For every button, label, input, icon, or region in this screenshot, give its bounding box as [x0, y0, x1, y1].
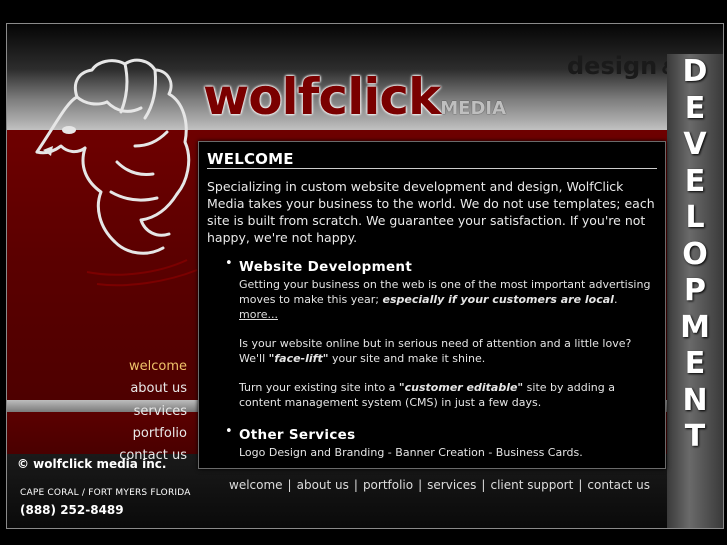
nav-welcome[interactable]: welcome — [87, 356, 187, 378]
footer-link-services[interactable]: services — [427, 478, 476, 492]
dev-letter: D — [682, 54, 708, 89]
service-paragraph: Getting your business on the web is one … — [239, 277, 655, 322]
dev-letter: E — [684, 90, 706, 126]
service-paragraph: Is your website online but in serious ne… — [239, 336, 655, 366]
intro-text: Specializing in custom website developme… — [207, 179, 655, 245]
site-logo[interactable]: wolfclickMEDIA — [203, 72, 506, 122]
separator: | — [418, 478, 423, 492]
dev-letter: E — [684, 163, 706, 199]
logo-sub: MEDIA — [440, 98, 507, 119]
nav-portfolio[interactable]: portfolio — [87, 423, 187, 445]
bullet-icon: • — [225, 256, 233, 271]
list-item: • Other Services Logo Design and Brandin… — [225, 424, 655, 460]
footer-link-contact-us[interactable]: contact us — [587, 478, 650, 492]
services-list: • Website Development Getting your busin… — [199, 256, 665, 460]
service-title: Other Services — [239, 427, 356, 443]
location: CAPE CORAL / FORT MYERS FLORIDA — [20, 488, 191, 498]
emphasis-text: "face-lift" — [268, 352, 329, 365]
emphasis-text: especially if your customers are local — [382, 293, 614, 306]
dev-letter: O — [682, 236, 708, 272]
paragraph-text: Turn your existing site into a — [239, 381, 396, 394]
separator: | — [481, 478, 486, 492]
more-link[interactable]: more... — [239, 308, 278, 321]
bullet-icon: • — [225, 424, 233, 439]
footer-link-welcome[interactable]: welcome — [229, 478, 283, 492]
page-frame: wolfclickMEDIA design& D E V E L O P M E… — [6, 23, 724, 529]
paragraph-text: . — [613, 293, 618, 306]
service-paragraph: Turn your existing site into a "customer… — [239, 380, 655, 410]
footer-link-portfolio[interactable]: portfolio — [363, 478, 413, 492]
copyright: © wolfclick media inc. — [17, 457, 167, 471]
page-title: WELCOME — [207, 150, 657, 169]
footer-link-client-support[interactable]: client support — [490, 478, 573, 492]
dev-letter: M — [680, 309, 710, 345]
nav-services[interactable]: services — [87, 401, 187, 423]
service-title: Website Development — [239, 259, 413, 275]
dev-letter: N — [682, 382, 708, 418]
nav-about-us[interactable]: about us — [87, 378, 187, 400]
emphasis-text: "customer editable" — [398, 381, 524, 394]
side-nav: welcome about us services portfolio cont… — [87, 356, 187, 467]
separator: | — [578, 478, 583, 492]
dev-letter: P — [684, 273, 706, 308]
design-word: design — [567, 52, 658, 80]
dev-letter: E — [684, 346, 706, 381]
footer-link-about-us[interactable]: about us — [297, 478, 349, 492]
footer-nav: welcome | about us | portfolio | services | clie… — [229, 478, 650, 492]
design-tagline: design& — [567, 54, 677, 78]
paragraph-text: your site and make it shine. — [331, 352, 486, 365]
dev-letter: T — [684, 419, 706, 454]
separator: | — [287, 478, 292, 492]
wolf-logo-icon — [35, 58, 198, 287]
logo-wordmark: wolfclick — [203, 68, 441, 126]
dev-letter: V — [683, 127, 707, 162]
dev-letter: L — [685, 200, 705, 235]
development-vertical-text: D E V E L O P M E N T — [669, 54, 721, 456]
service-paragraph: Logo Design and Branding - Banner Creati… — [239, 446, 583, 459]
separator: | — [353, 478, 358, 492]
list-item: • Website Development Getting your busin… — [225, 256, 655, 410]
welcome-panel: WELCOME Specializing in custom website d… — [198, 141, 666, 469]
phone-number: (888) 252-8489 — [20, 503, 124, 517]
